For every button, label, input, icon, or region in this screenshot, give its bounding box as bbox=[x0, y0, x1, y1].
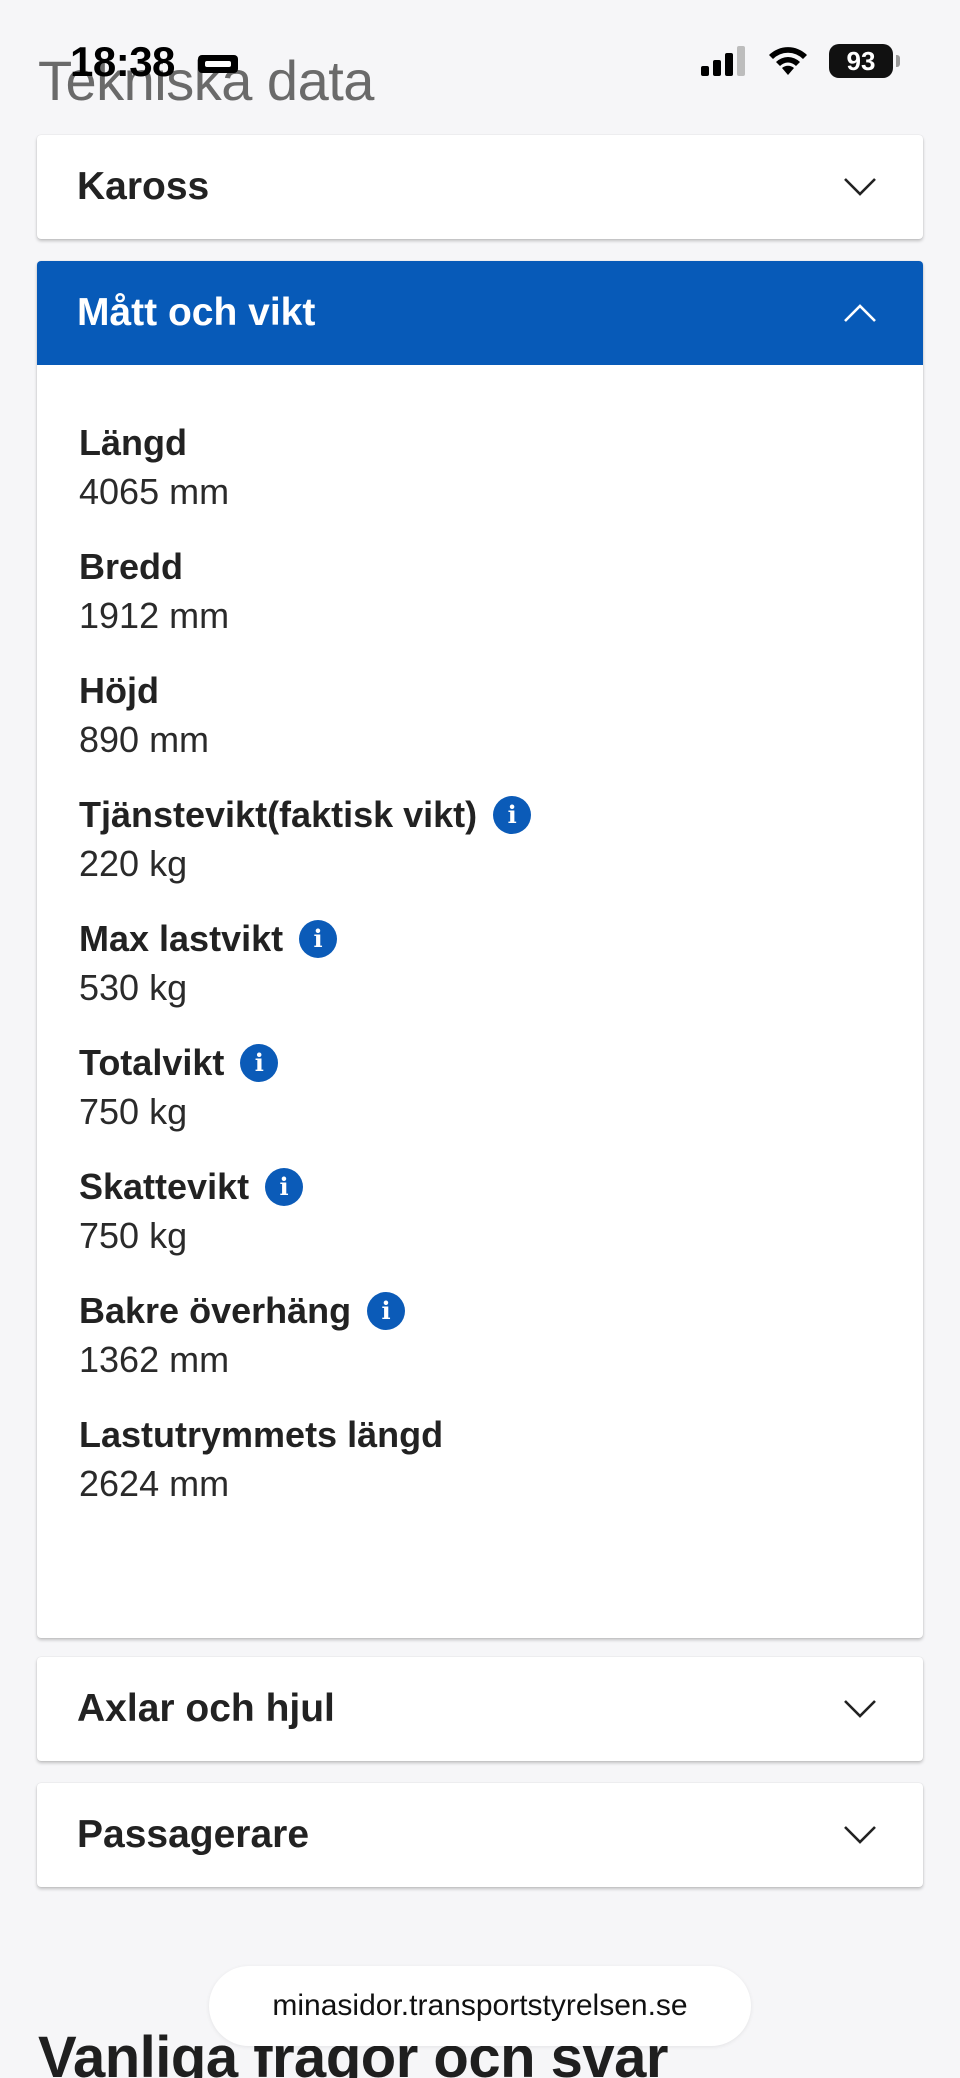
accordion-matt-och-vikt-body: Längd 4065 mm Bredd 1912 mm Höjd 890 mm … bbox=[37, 365, 923, 1597]
accordion-matt-och-vikt-title: Mått och vikt bbox=[77, 291, 316, 334]
field-label-text: Totalvikt bbox=[79, 1042, 225, 1083]
battery-cap bbox=[896, 55, 900, 67]
field-label: Totalvikt i bbox=[79, 1041, 881, 1085]
accordion-matt-och-vikt-header[interactable]: Mått och vikt bbox=[37, 261, 923, 365]
chevron-up-icon bbox=[844, 304, 876, 322]
status-bar: 18:38 93 bbox=[0, 0, 960, 128]
field-label-text: Max lastvikt bbox=[79, 918, 284, 959]
accordion-axlar-och-hjul-header[interactable]: Axlar och hjul bbox=[37, 1657, 923, 1761]
field-skattevikt: Skattevikt i 750 kg bbox=[79, 1165, 881, 1263]
field-max-lastvikt: Max lastvikt i 530 kg bbox=[79, 917, 881, 1015]
field-value: 750 kg bbox=[79, 1091, 188, 1132]
field-label: Max lastvikt i bbox=[79, 917, 881, 961]
url-text: minasidor.transportstyrelsen.se bbox=[272, 1989, 688, 2022]
chevron-down-icon bbox=[844, 1700, 876, 1718]
field-label-text: Tjänstevikt(faktisk vikt) bbox=[79, 794, 478, 835]
battery-icon: 93 bbox=[829, 44, 900, 78]
field-label: Skattevikt i bbox=[79, 1165, 881, 1209]
field-label: Bakre överhäng i bbox=[79, 1289, 881, 1333]
field-label-text: Lastutrymmets längd bbox=[79, 1414, 444, 1455]
accordion-axlar-och-hjul-title: Axlar och hjul bbox=[77, 1687, 335, 1730]
field-bredd: Bredd 1912 mm bbox=[79, 545, 881, 643]
field-value: 2624 mm bbox=[79, 1463, 230, 1504]
field-value: 750 kg bbox=[79, 1215, 188, 1256]
field-value: 1362 mm bbox=[79, 1339, 230, 1380]
accordion-passagerare: Passagerare bbox=[37, 1783, 923, 1887]
do-not-disturb-icon bbox=[198, 55, 238, 73]
chevron-down-icon bbox=[844, 1826, 876, 1844]
field-label-text: Bredd bbox=[79, 546, 184, 587]
field-label: Höjd bbox=[79, 669, 881, 713]
accordion-axlar-och-hjul: Axlar och hjul bbox=[37, 1657, 923, 1761]
status-time: 18:38 bbox=[70, 38, 175, 85]
info-icon[interactable]: i bbox=[299, 920, 338, 958]
field-lastutrymmets-langd: Lastutrymmets längd 2624 mm bbox=[79, 1413, 881, 1511]
field-totalvikt: Totalvikt i 750 kg bbox=[79, 1041, 881, 1139]
field-value: 4065 mm bbox=[79, 471, 230, 512]
field-value: 530 kg bbox=[79, 967, 188, 1008]
info-icon[interactable]: i bbox=[265, 1168, 304, 1206]
accordion-kaross-header[interactable]: Kaross bbox=[37, 135, 923, 239]
accordion-matt-och-vikt: Mått och vikt Längd 4065 mm Bredd 1912 m… bbox=[37, 261, 923, 1638]
field-label: Längd bbox=[79, 421, 881, 465]
battery-level: 93 bbox=[829, 44, 893, 78]
field-bakre-overhang: Bakre överhäng i 1362 mm bbox=[79, 1289, 881, 1387]
field-label-text: Höjd bbox=[79, 670, 159, 711]
accordion-passagerare-header[interactable]: Passagerare bbox=[37, 1783, 923, 1887]
field-hojd: Höjd 890 mm bbox=[79, 669, 881, 767]
page: 18:38 93 Tekniska data Kaross Mått och v… bbox=[0, 0, 960, 2078]
accordion-kaross: Kaross bbox=[37, 135, 923, 239]
status-indicators: 93 bbox=[701, 44, 900, 78]
wifi-icon bbox=[769, 47, 807, 75]
field-label: Tjänstevikt(faktisk vikt) i bbox=[79, 793, 881, 837]
info-icon[interactable]: i bbox=[367, 1292, 406, 1330]
field-value: 1912 mm bbox=[79, 595, 230, 636]
accordion-kaross-title: Kaross bbox=[77, 165, 210, 208]
info-icon[interactable]: i bbox=[493, 796, 532, 834]
field-label: Bredd bbox=[79, 545, 881, 589]
accordion-passagerare-title: Passagerare bbox=[77, 1813, 310, 1856]
field-value: 890 mm bbox=[79, 719, 210, 760]
info-icon[interactable]: i bbox=[240, 1044, 279, 1082]
field-langd: Längd 4065 mm bbox=[79, 421, 881, 519]
signal-icon bbox=[701, 46, 745, 76]
url-bar[interactable]: minasidor.transportstyrelsen.se bbox=[209, 1966, 751, 2046]
field-label-text: Längd bbox=[79, 422, 187, 463]
field-tjanstevikt: Tjänstevikt(faktisk vikt) i 220 kg bbox=[79, 793, 881, 891]
field-label-text: Skattevikt bbox=[79, 1166, 250, 1207]
field-label: Lastutrymmets längd bbox=[79, 1413, 881, 1457]
field-value: 220 kg bbox=[79, 843, 188, 884]
field-label-text: Bakre överhäng bbox=[79, 1290, 352, 1331]
chevron-down-icon bbox=[844, 178, 876, 196]
